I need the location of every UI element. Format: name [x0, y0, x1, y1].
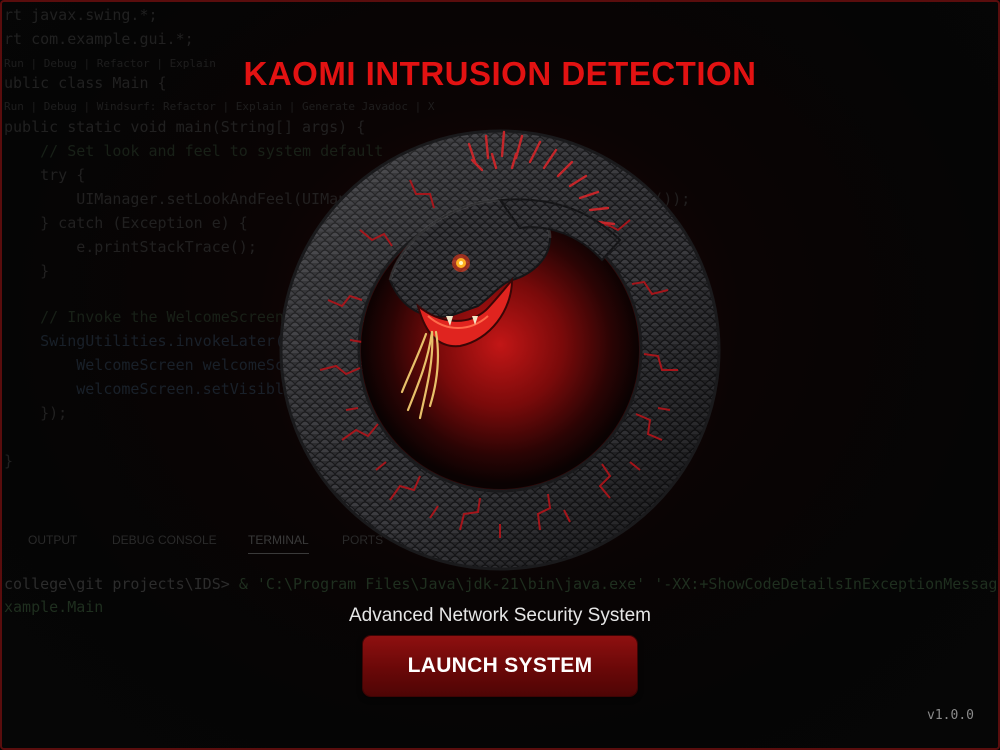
- code-line: e.printStackTrace();: [4, 238, 257, 256]
- terminal-prompt: college\git projects\IDS>: [4, 575, 230, 593]
- version-label: v1.0.0: [927, 708, 974, 723]
- code-line: });: [4, 404, 68, 422]
- panel-tab-debug-console: DEBUG CONSOLE: [112, 533, 217, 547]
- ouroboros-serpent-icon: [255, 110, 745, 595]
- code-line: rt com.example.gui.*;: [4, 30, 194, 48]
- code-line: }: [4, 262, 50, 280]
- code-line: } catch (Exception e) {: [4, 214, 248, 232]
- app-title: KAOMI INTRUSION DETECTION: [243, 55, 757, 92]
- launch-system-button[interactable]: LAUNCH SYSTEM: [363, 636, 637, 696]
- panel-tab-output: OUTPUT: [28, 533, 78, 547]
- code-line: rt javax.swing.*;: [4, 6, 158, 24]
- app-subtitle: Advanced Network Security System: [348, 605, 651, 626]
- code-line: }: [4, 452, 14, 470]
- welcome-screen: rt javax.swing.*; rt com.example.gui.*; …: [0, 0, 1000, 750]
- code-line: try {: [4, 166, 86, 184]
